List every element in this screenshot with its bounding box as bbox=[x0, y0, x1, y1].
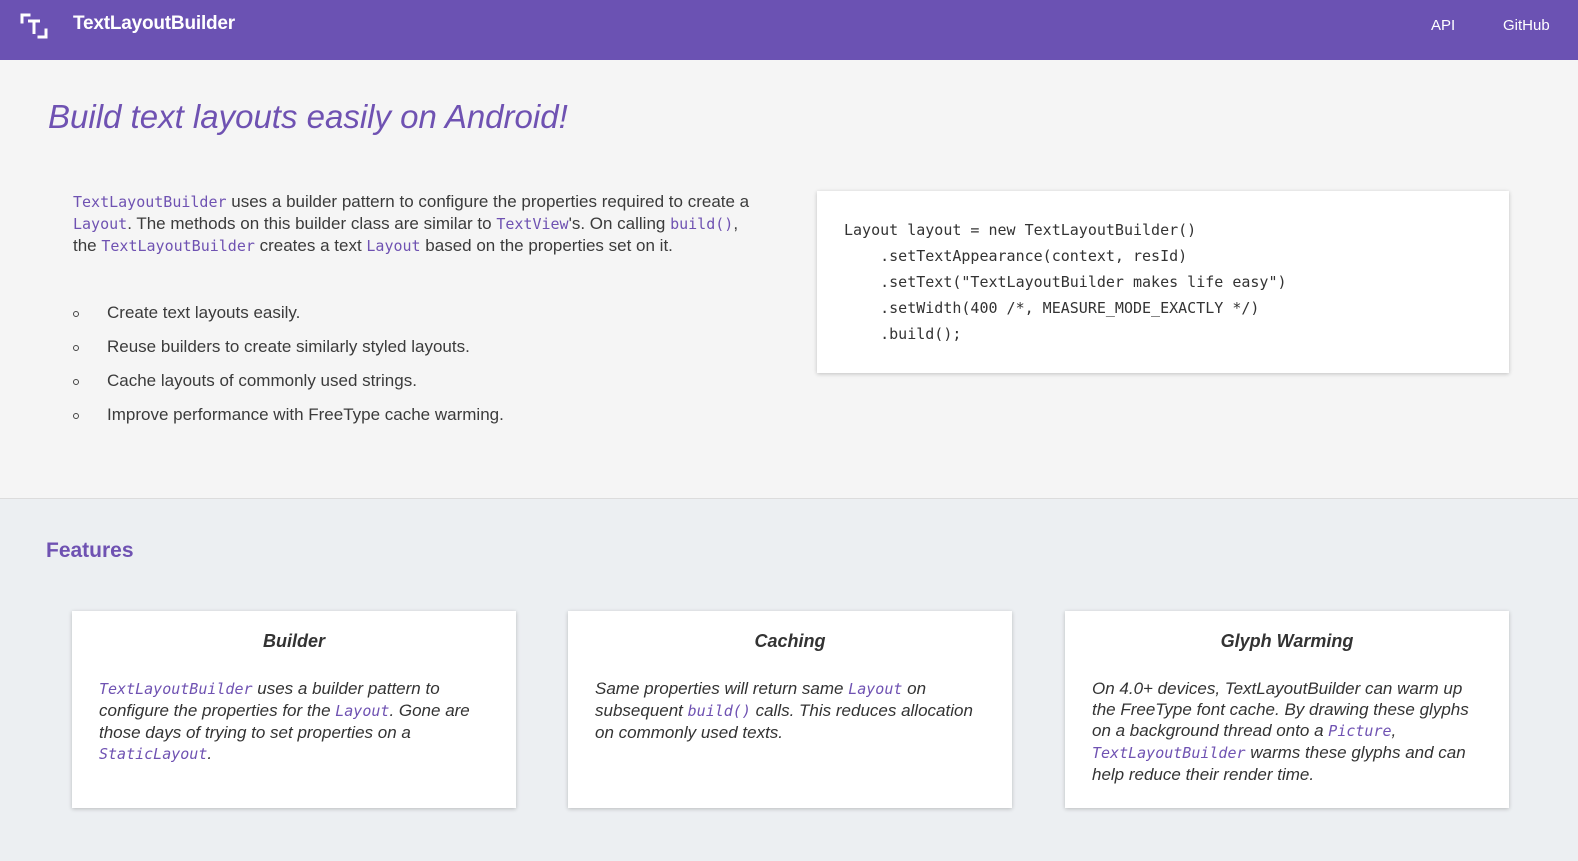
intro-text-1: uses a builder pattern to configure the … bbox=[226, 192, 750, 211]
circle-bullet-icon bbox=[73, 311, 79, 317]
hero-section: Build text layouts easily on Android! Te… bbox=[0, 60, 1578, 498]
circle-bullet-icon bbox=[73, 379, 79, 385]
list-item-text: Create text layouts easily. bbox=[107, 303, 301, 322]
card-code-build: build() bbox=[687, 702, 751, 720]
feature-card-title: Glyph Warming bbox=[1220, 631, 1354, 651]
intro-code-textview: TextView bbox=[496, 215, 569, 233]
intro-code-build: build() bbox=[670, 215, 734, 233]
card-code-textlayoutbuilder: TextLayoutBuilder bbox=[99, 680, 253, 698]
code-sample[interactable]: Layout layout = new TextLayoutBuilder() … bbox=[844, 217, 1287, 347]
nav-api-link[interactable]: API bbox=[1431, 17, 1455, 34]
top-app-bar: TextLayoutBuilder API GitHub bbox=[0, 0, 1578, 60]
hero-title: Build text layouts easily on Android! bbox=[48, 98, 568, 135]
intro-text-5: creates a text bbox=[254, 236, 367, 255]
intro-code-textlayoutbuilder-2: TextLayoutBuilder bbox=[101, 237, 255, 255]
feature-card-title: Builder bbox=[262, 631, 325, 651]
list-item-text: Reuse builders to create similarly style… bbox=[107, 337, 470, 356]
text-bracket-logo-icon[interactable] bbox=[20, 13, 48, 39]
feature-card-text: Same properties will return same Layout … bbox=[595, 678, 991, 743]
card-code-picture: Picture bbox=[1328, 722, 1392, 740]
list-item-text: Cache layouts of commonly used strings. bbox=[107, 371, 417, 390]
feature-card-text: TextLayoutBuilder uses a builder pattern… bbox=[99, 678, 495, 765]
list-item: Create text layouts easily. bbox=[73, 300, 765, 334]
intro-code-textlayoutbuilder: TextLayoutBuilder bbox=[73, 193, 227, 211]
list-item: Reuse builders to create similarly style… bbox=[73, 334, 765, 368]
card-code-layout: Layout bbox=[335, 702, 390, 720]
code-line: .setText("TextLayoutBuilder makes life e… bbox=[844, 273, 1287, 291]
card-text-1: Same properties will return same bbox=[595, 679, 849, 698]
feature-card-text: On 4.0+ devices, TextLayoutBuilder can w… bbox=[1092, 678, 1488, 785]
features-title: Features bbox=[46, 539, 134, 562]
code-line: .setTextAppearance(context, resId) bbox=[844, 247, 1188, 265]
list-item-text: Improve performance with FreeType cache … bbox=[107, 405, 504, 424]
card-text-1: On 4.0+ devices, TextLayoutBuilder can w… bbox=[1092, 679, 1469, 740]
feature-card-builder: Builder TextLayoutBuilder uses a builder… bbox=[72, 611, 516, 808]
list-item: Cache layouts of commonly used strings. bbox=[73, 368, 765, 402]
feature-card-caching: Caching Same properties will return same… bbox=[568, 611, 1012, 808]
intro-code-layout: Layout bbox=[73, 215, 128, 233]
card-text-3: . bbox=[207, 744, 213, 763]
card-code-staticlayout: StaticLayout bbox=[99, 745, 208, 763]
circle-bullet-icon bbox=[73, 413, 79, 419]
code-line: .setWidth(400 /*, MEASURE_MODE_EXACTLY *… bbox=[844, 299, 1260, 317]
feature-bullet-list: Create text layouts easily. Reuse builde… bbox=[73, 300, 765, 436]
nav-github-link[interactable]: GitHub bbox=[1503, 17, 1550, 34]
feature-card-glyph-warming: Glyph Warming On 4.0+ devices, TextLayou… bbox=[1065, 611, 1509, 808]
intro-code-layout-2: Layout bbox=[366, 237, 421, 255]
card-code-layout: Layout bbox=[848, 680, 903, 698]
features-section: Features Builder TextLayoutBuilder uses … bbox=[0, 498, 1578, 861]
code-line: .build(); bbox=[844, 325, 962, 343]
card-code-textlayoutbuilder: TextLayoutBuilder bbox=[1092, 744, 1246, 762]
feature-card-title: Caching bbox=[754, 631, 826, 651]
card-text-2: , bbox=[1391, 721, 1397, 740]
circle-bullet-icon bbox=[73, 345, 79, 351]
intro-text-3: 's. On calling bbox=[568, 214, 671, 233]
intro-text-6: based on the properties set on it. bbox=[420, 236, 673, 255]
list-item: Improve performance with FreeType cache … bbox=[73, 402, 765, 436]
code-line: Layout layout = new TextLayoutBuilder() bbox=[844, 221, 1197, 239]
brand-link[interactable]: TextLayoutBuilder bbox=[73, 13, 235, 35]
intro-paragraph: TextLayoutBuilder uses a builder pattern… bbox=[73, 191, 765, 257]
code-sample-card: Layout layout = new TextLayoutBuilder() … bbox=[817, 191, 1509, 373]
intro-text-2: . The methods on this builder class are … bbox=[127, 214, 497, 233]
